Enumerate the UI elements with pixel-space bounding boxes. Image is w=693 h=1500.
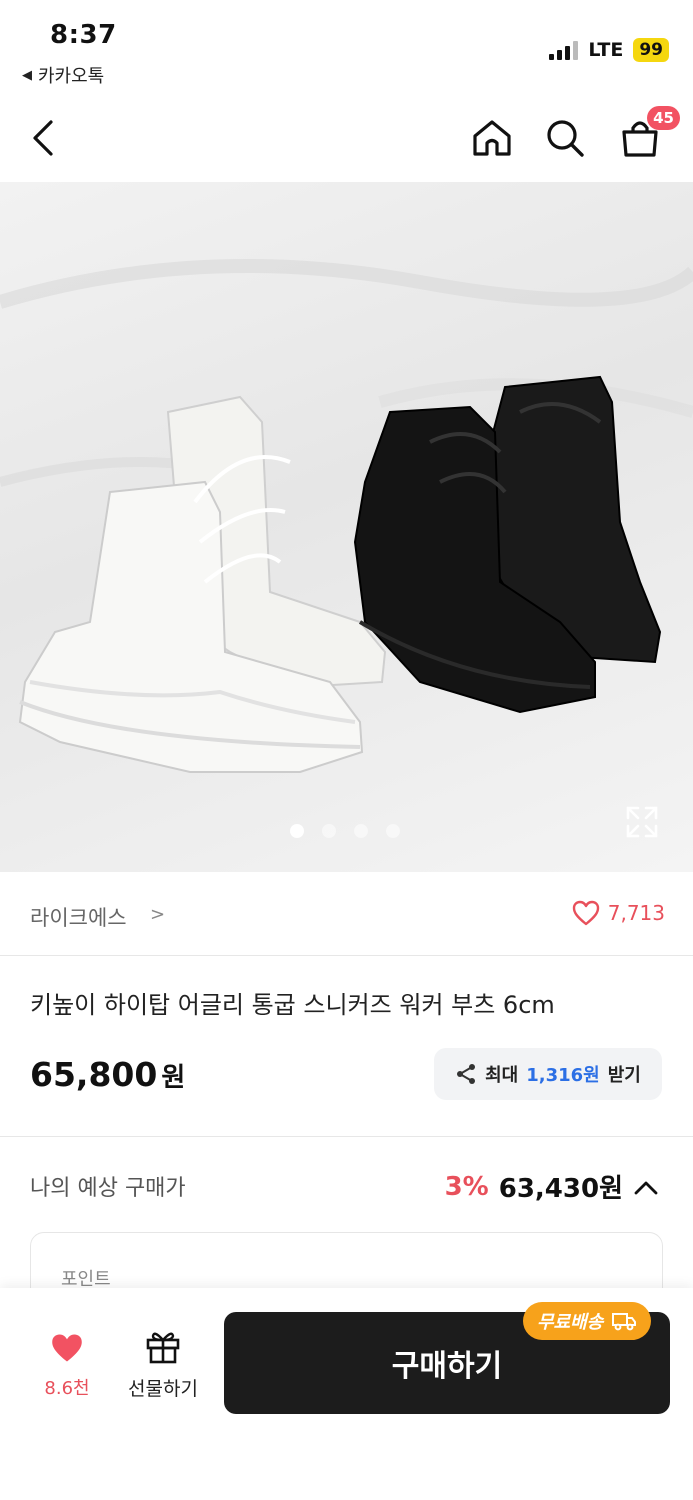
cart-button[interactable]: 45 — [616, 106, 680, 162]
share-icon — [457, 1064, 476, 1084]
status-time: 8:37 — [50, 20, 117, 50]
product-photo — [0, 259, 693, 773]
search-icon — [547, 120, 584, 157]
battery-indicator: 99 — [633, 38, 669, 62]
status-bar: 8:37 ◀ 카카오톡 LTE 99 — [0, 0, 693, 96]
price-amount: 65,800 — [30, 1055, 158, 1094]
gift-button[interactable]: 선물하기 — [120, 1328, 206, 1401]
product-title: 키높이 하이탑 어글리 통굽 스니커즈 워커 부츠 6cm — [30, 991, 555, 1019]
signal-icon — [549, 40, 579, 60]
product-image-gallery[interactable] — [0, 182, 693, 872]
expected-discount: 3% — [444, 1171, 489, 1202]
back-button[interactable] — [20, 114, 68, 162]
expected-price-label: 나의 예상 구매가 — [30, 1176, 186, 1201]
heart-filled-icon — [52, 1334, 82, 1362]
reward-prefix: 최대 — [485, 1065, 519, 1086]
gift-icon — [146, 1332, 180, 1364]
expand-icon[interactable] — [624, 804, 660, 840]
carousel-dot[interactable] — [290, 824, 304, 838]
network-type: LTE — [588, 39, 624, 61]
home-button[interactable] — [468, 114, 516, 162]
expected-price-toggle[interactable]: 3% 63,430원 — [445, 1168, 659, 1205]
truck-icon — [612, 1313, 637, 1331]
bottom-action-bar: 8.6천 선물하기 구매하기 무료배송 — [0, 1288, 693, 1500]
chevron-up-icon — [634, 1181, 658, 1194]
reward-suffix: 받기 — [607, 1065, 641, 1086]
carousel-dot[interactable] — [322, 824, 336, 838]
wishlist-button[interactable]: 8.6천 — [32, 1332, 102, 1400]
section-divider — [0, 1136, 693, 1137]
free-shipping-badge: 무료배송 — [523, 1302, 652, 1340]
back-triangle-icon: ◀ — [22, 67, 32, 83]
home-icon — [473, 120, 511, 156]
status-indicators: LTE 99 — [549, 38, 669, 62]
carousel-dot[interactable] — [386, 824, 400, 838]
carousel-dot[interactable] — [354, 824, 368, 838]
share-reward-button[interactable]: 최대 1,316원 받기 — [434, 1048, 662, 1100]
price-unit: 원 — [161, 1063, 186, 1093]
heart-outline-icon — [572, 900, 599, 926]
back-app-label: 카카오톡 — [38, 66, 105, 87]
gift-label: 선물하기 — [128, 1378, 198, 1400]
chevron-left-icon — [33, 120, 53, 156]
nav-bar: 45 — [0, 96, 693, 182]
chevron-right-icon: > — [150, 904, 166, 925]
free-shipping-label: 무료배송 — [537, 1312, 604, 1333]
wish-count: 8.6천 — [44, 1378, 90, 1399]
brand-row: 라이크에스 > 7,713 — [0, 872, 693, 956]
like-count: 7,713 — [607, 901, 665, 925]
product-like-button[interactable]: 7,713 — [572, 900, 665, 926]
product-price: 65,800 원 — [30, 1055, 185, 1094]
cart-count-badge: 45 — [647, 106, 680, 130]
brand-link[interactable]: 라이크에스 — [30, 902, 127, 932]
search-button[interactable] — [541, 114, 589, 162]
back-to-app-link[interactable]: ◀ 카카오톡 — [22, 62, 104, 88]
reward-amount: 1,316원 — [526, 1065, 600, 1086]
carousel-dots — [290, 824, 400, 838]
expected-price: 63,430원 — [498, 1174, 623, 1204]
